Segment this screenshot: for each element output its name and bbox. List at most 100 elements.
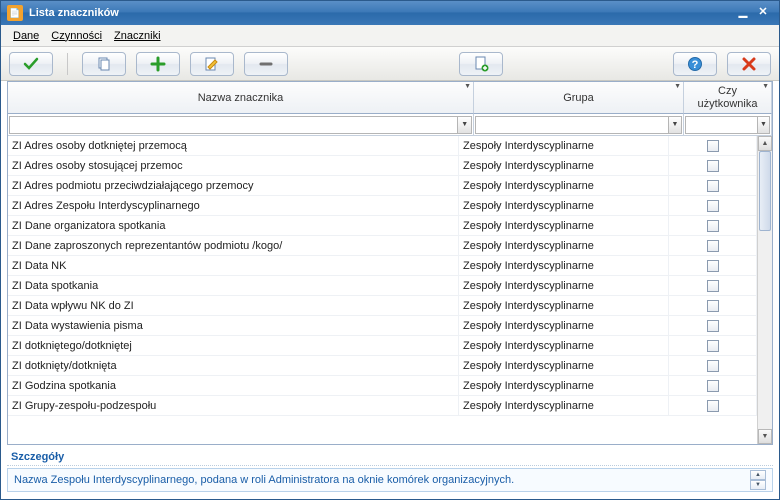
cell-user bbox=[669, 136, 757, 156]
menu-dane[interactable]: Dane bbox=[7, 28, 45, 44]
cell-group: Zespoły Interdyscyplinarne bbox=[459, 336, 669, 356]
filter-name-input[interactable] bbox=[9, 116, 458, 134]
table-row[interactable]: ZI Godzina spotkaniaZespoły Interdyscypl… bbox=[8, 376, 757, 396]
edit-button[interactable] bbox=[190, 52, 234, 76]
menu-czynnosci[interactable]: Czynności bbox=[45, 28, 108, 44]
grid-body[interactable]: ZI Adres osoby dotkniętej przemocąZespoł… bbox=[8, 136, 757, 444]
filter-user-input[interactable] bbox=[685, 116, 758, 134]
cell-user bbox=[669, 396, 757, 416]
column-group-dropdown-icon[interactable]: ▼ bbox=[674, 83, 681, 90]
edit-icon bbox=[204, 56, 220, 72]
user-checkbox[interactable] bbox=[707, 340, 719, 352]
cell-name: ZI Data spotkania bbox=[8, 276, 459, 296]
table-row[interactable]: ZI Dane organizatora spotkaniaZespoły In… bbox=[8, 216, 757, 236]
user-checkbox[interactable] bbox=[707, 360, 719, 372]
column-user-dropdown-icon[interactable]: ▼ bbox=[762, 83, 769, 91]
user-checkbox[interactable] bbox=[707, 200, 719, 212]
cell-group: Zespoły Interdyscyplinarne bbox=[459, 156, 669, 176]
window-title: Lista znaczników bbox=[29, 7, 733, 19]
scroll-up-button[interactable]: ▲ bbox=[758, 136, 772, 151]
table-row[interactable]: ZI Adres osoby dotkniętej przemocąZespoł… bbox=[8, 136, 757, 156]
details-title: Szczegóły bbox=[7, 449, 773, 466]
scroll-thumb[interactable] bbox=[759, 151, 771, 231]
user-checkbox[interactable] bbox=[707, 180, 719, 192]
cell-user bbox=[669, 176, 757, 196]
user-checkbox[interactable] bbox=[707, 260, 719, 272]
cell-group: Zespoły Interdyscyplinarne bbox=[459, 316, 669, 336]
cell-user bbox=[669, 376, 757, 396]
table-row[interactable]: ZI Adres osoby stosującej przemocZespoły… bbox=[8, 156, 757, 176]
close-button[interactable]: ✕ bbox=[753, 5, 773, 21]
copy-icon bbox=[96, 56, 112, 72]
cell-name: ZI Dane zaproszonych reprezentantów podm… bbox=[8, 236, 459, 256]
cell-user bbox=[669, 156, 757, 176]
copy-button[interactable] bbox=[82, 52, 126, 76]
titlebar[interactable]: 📄 Lista znaczników ▁ ✕ bbox=[1, 1, 779, 25]
column-header-name[interactable]: Nazwa znacznika ▼ bbox=[8, 82, 474, 114]
cell-group: Zespoły Interdyscyplinarne bbox=[459, 376, 669, 396]
cell-group: Zespoły Interdyscyplinarne bbox=[459, 176, 669, 196]
menu-znaczniki[interactable]: Znaczniki bbox=[108, 28, 166, 44]
cell-group: Zespoły Interdyscyplinarne bbox=[459, 196, 669, 216]
table-row[interactable]: ZI Adres Zespołu InterdyscyplinarnegoZes… bbox=[8, 196, 757, 216]
check-icon bbox=[23, 56, 39, 72]
filter-group-input[interactable] bbox=[475, 116, 669, 134]
filter-user-dropdown[interactable]: ▼ bbox=[758, 116, 770, 134]
user-checkbox[interactable] bbox=[707, 300, 719, 312]
column-header-user[interactable]: Czy użytkownika ▼ bbox=[684, 82, 772, 114]
column-name-dropdown-icon[interactable]: ▼ bbox=[464, 83, 471, 90]
cell-name: ZI Data wystawienia pisma bbox=[8, 316, 459, 336]
table-row[interactable]: ZI Data wystawienia pismaZespoły Interdy… bbox=[8, 316, 757, 336]
menubar: Dane Czynności Znaczniki bbox=[1, 25, 779, 47]
new-doc-icon bbox=[473, 56, 489, 72]
cell-name: ZI Adres osoby dotkniętej przemocą bbox=[8, 136, 459, 156]
remove-button[interactable] bbox=[244, 52, 288, 76]
user-checkbox[interactable] bbox=[707, 160, 719, 172]
table-row[interactable]: ZI Dane zaproszonych reprezentantów podm… bbox=[8, 236, 757, 256]
cell-user bbox=[669, 236, 757, 256]
cell-group: Zespoły Interdyscyplinarne bbox=[459, 296, 669, 316]
table-row[interactable]: ZI Data spotkaniaZespoły Interdyscyplina… bbox=[8, 276, 757, 296]
cell-user bbox=[669, 216, 757, 236]
app-icon: 📄 bbox=[7, 5, 23, 21]
help-button[interactable]: ? bbox=[673, 52, 717, 76]
cell-user bbox=[669, 296, 757, 316]
cell-group: Zespoły Interdyscyplinarne bbox=[459, 356, 669, 376]
vertical-scrollbar[interactable]: ▲ ▼ bbox=[757, 136, 772, 444]
new-doc-button[interactable] bbox=[459, 52, 503, 76]
cell-name: ZI Data NK bbox=[8, 256, 459, 276]
spinner-up[interactable]: ▲ bbox=[750, 470, 766, 480]
minimize-button[interactable]: ▁ bbox=[733, 5, 753, 21]
add-button[interactable] bbox=[136, 52, 180, 76]
filter-group-dropdown[interactable]: ▼ bbox=[669, 116, 682, 134]
cell-user bbox=[669, 276, 757, 296]
cell-name: ZI Data wpływu NK do ZI bbox=[8, 296, 459, 316]
grid-header: Nazwa znacznika ▼ Grupa ▼ Czy użytkownik… bbox=[8, 82, 772, 114]
table-row[interactable]: ZI dotknięty/dotkniętaZespoły Interdyscy… bbox=[8, 356, 757, 376]
user-checkbox[interactable] bbox=[707, 320, 719, 332]
table-row[interactable]: ZI Data wpływu NK do ZIZespoły Interdysc… bbox=[8, 296, 757, 316]
table-row[interactable]: ZI Data NKZespoły Interdyscyplinarne bbox=[8, 256, 757, 276]
table-row[interactable]: ZI dotkniętego/dotkniętejZespoły Interdy… bbox=[8, 336, 757, 356]
cell-group: Zespoły Interdyscyplinarne bbox=[459, 216, 669, 236]
filter-name-dropdown[interactable]: ▼ bbox=[458, 116, 472, 134]
grid: Nazwa znacznika ▼ Grupa ▼ Czy użytkownik… bbox=[7, 81, 773, 445]
spinner-down[interactable]: ▼ bbox=[750, 480, 766, 490]
cell-group: Zespoły Interdyscyplinarne bbox=[459, 236, 669, 256]
user-checkbox[interactable] bbox=[707, 280, 719, 292]
accept-button[interactable] bbox=[9, 52, 53, 76]
table-row[interactable]: ZI Adres podmiotu przeciwdziałającego pr… bbox=[8, 176, 757, 196]
user-checkbox[interactable] bbox=[707, 220, 719, 232]
scroll-track[interactable] bbox=[758, 151, 772, 429]
cell-name: ZI Dane organizatora spotkania bbox=[8, 216, 459, 236]
user-checkbox[interactable] bbox=[707, 400, 719, 412]
user-checkbox[interactable] bbox=[707, 140, 719, 152]
cell-group: Zespoły Interdyscyplinarne bbox=[459, 256, 669, 276]
user-checkbox[interactable] bbox=[707, 240, 719, 252]
column-header-group[interactable]: Grupa ▼ bbox=[474, 82, 684, 114]
cell-group: Zespoły Interdyscyplinarne bbox=[459, 136, 669, 156]
cancel-button[interactable] bbox=[727, 52, 771, 76]
scroll-down-button[interactable]: ▼ bbox=[758, 429, 772, 444]
user-checkbox[interactable] bbox=[707, 380, 719, 392]
table-row[interactable]: ZI Grupy-zespołu-podzespołuZespoły Inter… bbox=[8, 396, 757, 416]
